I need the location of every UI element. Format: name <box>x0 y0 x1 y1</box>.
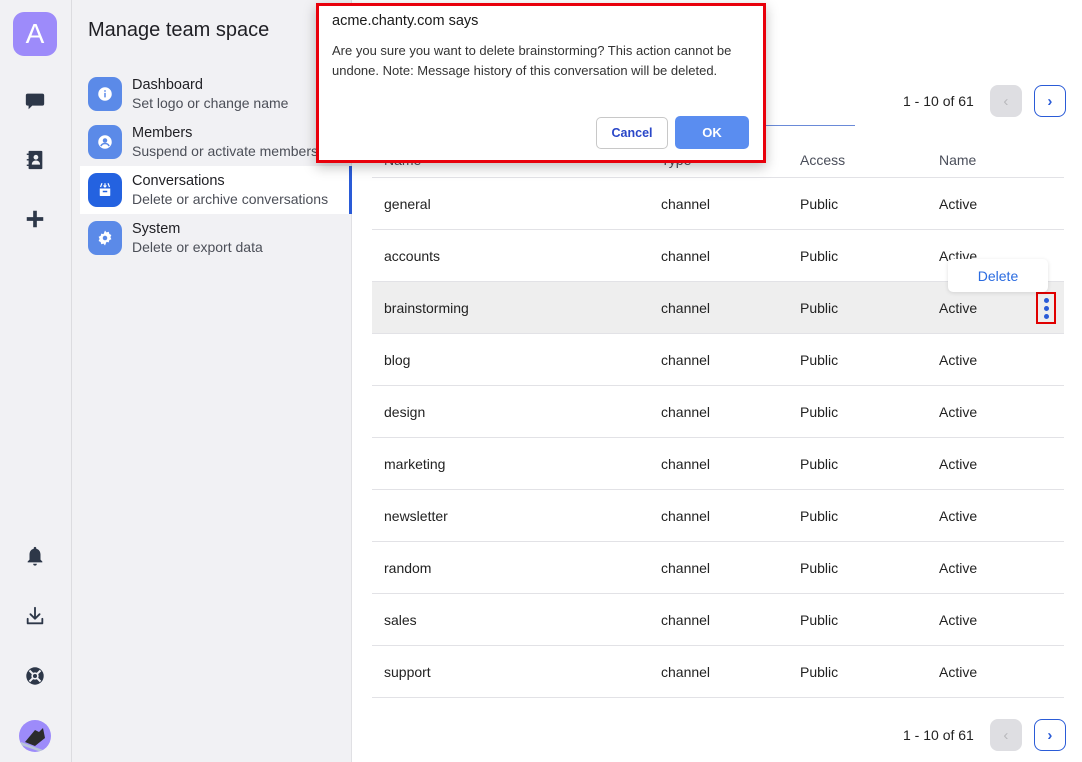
cell-status: Active <box>939 196 978 212</box>
cell-name: support <box>384 664 431 680</box>
table-row[interactable]: sales channel Public Active <box>372 594 1064 646</box>
column-header-access[interactable]: Access <box>800 152 845 168</box>
nav-item-members[interactable]: Members Suspend or activate members <box>80 118 350 166</box>
prev-page-button[interactable]: ‹ <box>989 85 1022 117</box>
page-title: Manage team space <box>88 19 270 41</box>
cell-name: random <box>384 560 432 576</box>
table-row[interactable]: marketing channel Public Active <box>372 438 1064 490</box>
nav-item-system[interactable]: System Delete or export data <box>80 214 350 262</box>
icon-rail: A <box>0 0 72 762</box>
row-more-menu-icon[interactable] <box>1036 292 1056 324</box>
cell-type: channel <box>661 248 711 264</box>
cancel-button[interactable]: Cancel <box>596 117 668 149</box>
ok-button[interactable]: OK <box>675 116 749 149</box>
cell-access: Public <box>800 612 839 628</box>
table-row[interactable]: newsletter channel Public Active <box>372 490 1064 542</box>
pagination-text: 1 - 10 of 61 <box>903 93 974 109</box>
cell-access: Public <box>800 404 839 420</box>
nav-item-title: Members <box>132 124 193 141</box>
cell-type: channel <box>661 508 711 524</box>
next-page-button[interactable]: › <box>1033 85 1066 117</box>
cell-type: channel <box>661 560 711 576</box>
cell-name: marketing <box>384 456 446 472</box>
cell-type: channel <box>661 612 711 628</box>
table-row[interactable]: support channel Public Active <box>372 646 1064 698</box>
next-page-button[interactable]: › <box>1033 719 1066 751</box>
active-tab-indicator <box>764 125 855 126</box>
cell-name: sales <box>384 612 417 628</box>
dialog-message: Are you sure you want to delete brainsto… <box>332 43 732 78</box>
nav-item-title: System <box>132 220 181 237</box>
cell-access: Public <box>800 196 839 212</box>
table-row[interactable]: random channel Public Active <box>372 542 1064 594</box>
cell-status: Active <box>939 352 978 368</box>
bell-icon[interactable] <box>22 543 48 569</box>
team-logo[interactable]: A <box>13 12 57 56</box>
nav-item-dashboard[interactable]: Dashboard Set logo or change name <box>80 70 350 118</box>
cell-access: Public <box>800 352 839 368</box>
cell-status: Active <box>939 300 978 316</box>
settings-panel: Manage team space Dashboard Set logo or … <box>72 0 352 762</box>
info-icon <box>88 77 122 111</box>
conversations-table: Name Type Access Name general channel Pu… <box>372 140 1064 698</box>
cell-status: Active <box>939 664 978 680</box>
cell-name: blog <box>384 352 411 368</box>
gear-icon <box>88 221 122 255</box>
cell-type: channel <box>661 300 711 316</box>
plus-icon[interactable] <box>22 206 48 232</box>
member-icon <box>88 125 122 159</box>
cell-access: Public <box>800 664 839 680</box>
archive-icon <box>88 173 122 207</box>
cell-status: Active <box>939 404 978 420</box>
cell-name: general <box>384 196 431 212</box>
cell-status: Active <box>939 612 978 628</box>
nav-item-title: Dashboard <box>132 76 203 93</box>
pagination-bottom: 1 - 10 of 61 ‹ › <box>903 719 1078 751</box>
prev-page-button[interactable]: ‹ <box>989 719 1022 751</box>
nav-item-conversations[interactable]: Conversations Delete or archive conversa… <box>80 166 352 214</box>
cell-name: design <box>384 404 426 420</box>
cell-status: Active <box>939 508 978 524</box>
cell-access: Public <box>800 560 839 576</box>
cell-name: accounts <box>384 248 441 264</box>
cell-name: brainstorming <box>384 300 469 316</box>
cell-access: Public <box>800 300 839 316</box>
nav-item-subtitle: Set logo or change name <box>132 94 289 111</box>
row-menu-delete-item[interactable]: Delete <box>948 259 1048 292</box>
table-row[interactable]: blog channel Public Active <box>372 334 1064 386</box>
help-lifebuoy-icon[interactable] <box>22 663 48 689</box>
pagination-top: 1 - 10 of 61 ‹ › <box>903 85 1078 117</box>
dialog-title: acme.chanty.com says <box>332 13 479 29</box>
chat-icon[interactable] <box>22 88 48 114</box>
cell-access: Public <box>800 508 839 524</box>
pagination-text: 1 - 10 of 61 <box>903 727 974 743</box>
nav-item-subtitle: Delete or export data <box>132 238 263 255</box>
table-row[interactable]: general channel Public Active <box>372 178 1064 230</box>
column-header-status[interactable]: Name <box>939 152 976 168</box>
table-row[interactable]: design channel Public Active <box>372 386 1064 438</box>
cell-access: Public <box>800 456 839 472</box>
cell-type: channel <box>661 456 711 472</box>
cell-status: Active <box>939 560 978 576</box>
cell-status: Active <box>939 456 978 472</box>
cell-type: channel <box>661 664 711 680</box>
cell-name: newsletter <box>384 508 448 524</box>
cell-access: Public <box>800 248 839 264</box>
download-icon[interactable] <box>22 603 48 629</box>
nav-item-title: Conversations <box>132 172 225 189</box>
user-avatar[interactable] <box>19 720 51 752</box>
nav-item-subtitle: Delete or archive conversations <box>132 190 329 207</box>
cell-type: channel <box>661 352 711 368</box>
confirm-dialog: acme.chanty.com says Are you sure you wa… <box>316 3 766 163</box>
cell-type: channel <box>661 196 711 212</box>
nav-item-subtitle: Suspend or activate members <box>132 142 318 159</box>
contacts-icon[interactable] <box>22 147 48 173</box>
cell-type: channel <box>661 404 711 420</box>
